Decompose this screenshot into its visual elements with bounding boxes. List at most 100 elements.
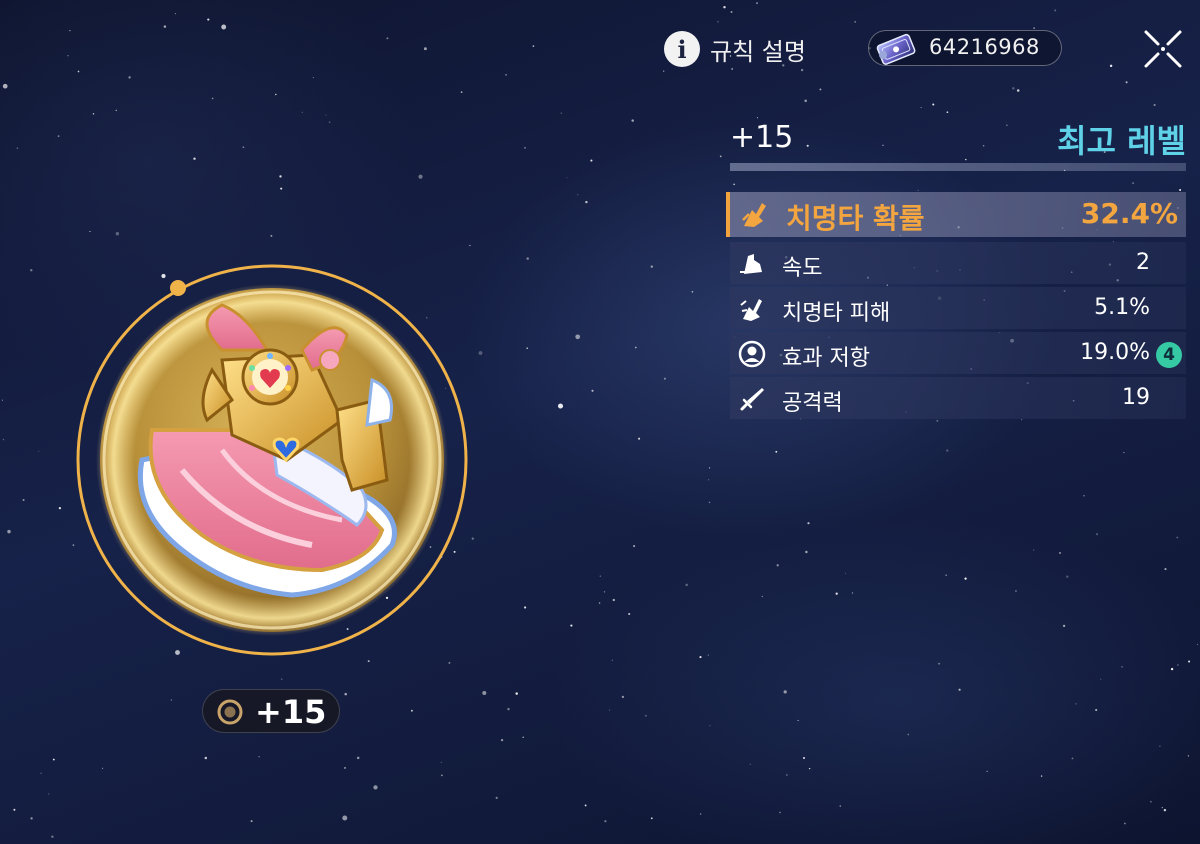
sub-stat-row: 치명타 피해 5.1% — [730, 287, 1186, 329]
star — [644, 714, 647, 717]
star — [1187, 755, 1190, 757]
close-x-icon — [1144, 30, 1182, 68]
sub-stat-name: 치명타 피해 — [782, 301, 891, 326]
star — [839, 805, 842, 807]
star — [699, 813, 702, 815]
star — [1014, 590, 1017, 592]
star — [611, 659, 613, 661]
star — [312, 77, 314, 79]
star — [524, 147, 526, 149]
star — [92, 113, 95, 115]
star — [1188, 660, 1191, 663]
star — [786, 774, 788, 776]
star — [965, 158, 967, 161]
star — [280, 678, 283, 680]
star — [532, 45, 535, 47]
star — [423, 47, 427, 51]
star — [128, 76, 131, 79]
star — [917, 189, 919, 191]
star — [1125, 81, 1128, 84]
star — [585, 200, 588, 204]
star — [170, 699, 172, 701]
equipment-item[interactable] — [72, 260, 472, 660]
star — [685, 583, 688, 587]
star — [2, 83, 8, 89]
star — [373, 785, 378, 790]
star — [719, 155, 722, 158]
star — [279, 175, 282, 178]
star — [920, 107, 922, 109]
star — [638, 437, 641, 440]
star — [16, 147, 19, 149]
star — [807, 522, 810, 525]
star — [211, 97, 214, 100]
star — [51, 835, 54, 838]
star — [1071, 757, 1074, 760]
star — [779, 811, 781, 814]
star — [163, 25, 167, 28]
star — [584, 804, 587, 807]
star — [7, 529, 11, 534]
star — [756, 2, 758, 4]
star — [1123, 452, 1125, 454]
star — [207, 18, 210, 21]
star — [343, 766, 347, 769]
star — [30, 817, 33, 820]
star — [275, 93, 277, 96]
attack-sword-icon — [740, 388, 764, 411]
star — [1100, 678, 1102, 680]
star — [242, 146, 245, 149]
star — [699, 656, 702, 659]
star — [2, 438, 5, 441]
star — [1196, 643, 1199, 646]
star — [67, 55, 69, 57]
star — [22, 499, 25, 501]
speed-icon — [740, 254, 762, 274]
star — [707, 654, 710, 656]
star — [986, 770, 988, 772]
main-stat-value: 32.4% — [1080, 197, 1178, 230]
star — [367, 660, 370, 663]
star — [448, 661, 451, 664]
main-stat-name: 치명타 확률 — [786, 202, 925, 235]
star — [478, 351, 483, 355]
star — [851, 592, 854, 594]
star — [938, 662, 940, 665]
star — [806, 144, 809, 147]
star — [805, 550, 808, 554]
star — [221, 24, 227, 30]
star — [650, 265, 653, 268]
star — [804, 99, 807, 103]
rules-explanation-button[interactable]: i 규칙 설명 — [664, 29, 806, 69]
star — [845, 572, 847, 574]
star — [800, 68, 804, 72]
star — [575, 334, 581, 340]
star — [469, 244, 471, 247]
sub-stat-value: 5.1% — [1094, 295, 1150, 320]
rules-label: 규칙 설명 — [710, 37, 806, 66]
substat-upgrade-count-badge: 4 — [1156, 342, 1182, 368]
star — [174, 13, 176, 15]
star — [524, 606, 527, 609]
star — [410, 709, 413, 712]
star — [250, 820, 253, 823]
currency-value: 64216968 — [929, 35, 1040, 59]
sub-stat-row: 효과 저항 19.0% — [730, 332, 1186, 374]
star — [57, 135, 60, 138]
star — [1066, 575, 1069, 578]
star — [1016, 89, 1020, 92]
close-button[interactable] — [1140, 26, 1186, 72]
star — [775, 450, 778, 453]
star — [604, 820, 607, 823]
star — [1163, 808, 1167, 812]
star — [1054, 9, 1057, 12]
star — [344, 692, 347, 696]
star — [749, 763, 751, 765]
star — [621, 695, 625, 699]
star — [1164, 568, 1167, 571]
star — [482, 691, 487, 695]
sub-stat-row: 공격력 19 — [730, 377, 1186, 419]
star — [460, 91, 463, 93]
currency-display: 64216968 — [868, 30, 1062, 66]
star — [882, 144, 884, 146]
